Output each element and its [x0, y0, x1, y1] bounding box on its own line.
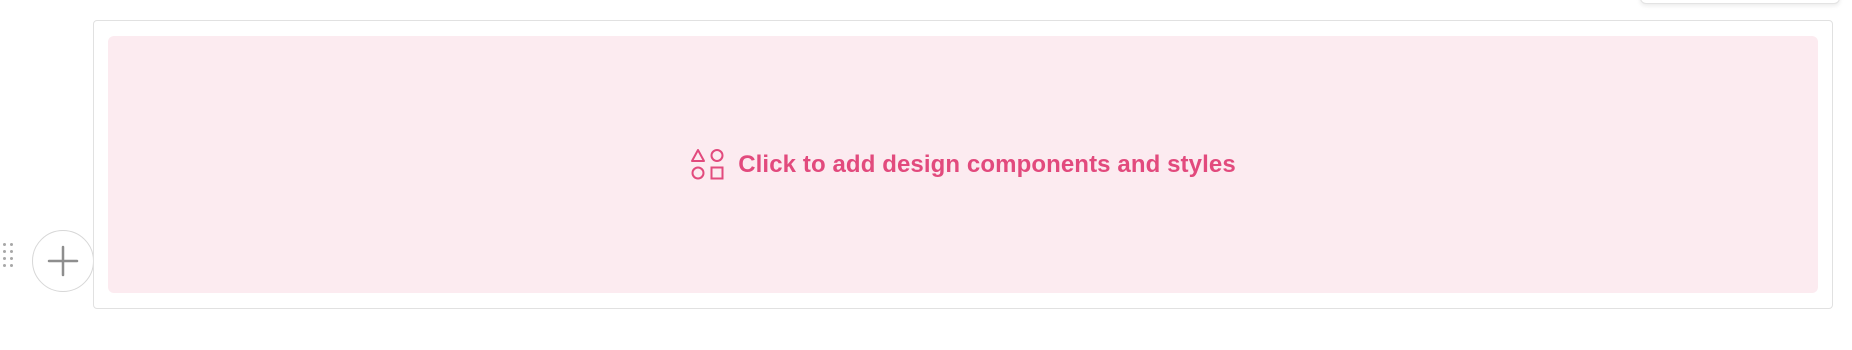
- floating-panel-edge: [1640, 0, 1840, 4]
- placeholder-label: Click to add design components and style…: [738, 150, 1236, 178]
- placeholder-content: Click to add design components and style…: [690, 148, 1236, 182]
- plus-icon: [47, 245, 79, 277]
- add-block-button[interactable]: [32, 230, 94, 292]
- drag-handle-icon[interactable]: [3, 243, 13, 273]
- add-design-components-placeholder[interactable]: Click to add design components and style…: [108, 36, 1818, 293]
- editor-canvas: Click to add design components and style…: [0, 0, 1852, 350]
- shapes-icon: [691, 148, 724, 179]
